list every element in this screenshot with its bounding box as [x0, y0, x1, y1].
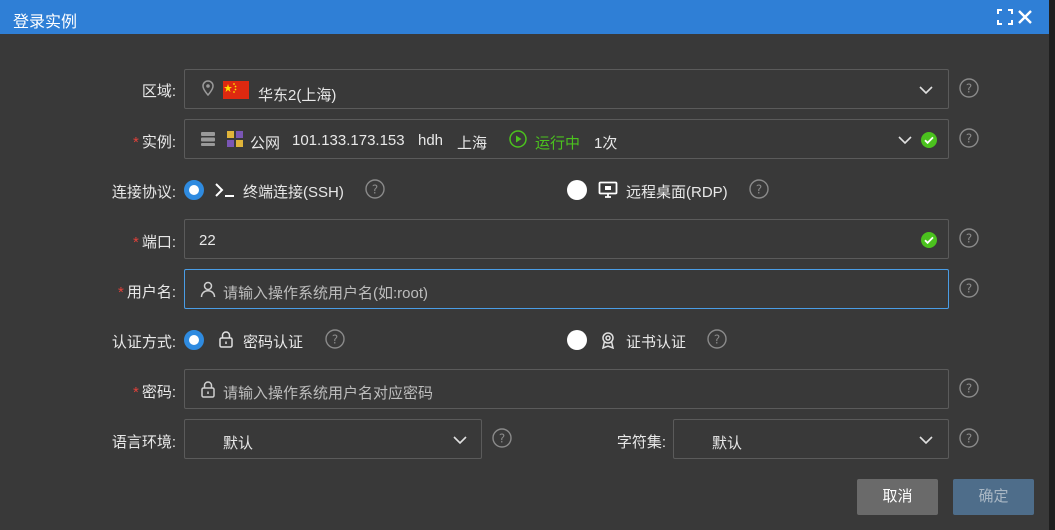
confirm-button[interactable]: 确定 [953, 479, 1034, 515]
cancel-button[interactable]: 取消 [857, 479, 938, 515]
play-circle-icon [509, 130, 527, 148]
title-bar: 登录实例 [0, 0, 1049, 34]
instance-count: 1次 [594, 135, 618, 152]
instance-select[interactable]: 公网 101.133.173.153 hdh 上海 运行中 1次 [184, 119, 949, 159]
lock-icon [200, 380, 216, 398]
region-select[interactable]: 华东2(上海) [184, 69, 949, 109]
svg-text:?: ? [966, 382, 972, 396]
help-icon[interactable]: ? [959, 228, 979, 248]
charset-select[interactable]: 默认 [673, 419, 949, 459]
charset-label: 字符集: [616, 434, 666, 451]
help-icon[interactable]: ? [959, 128, 979, 148]
check-circle-icon [920, 131, 938, 149]
instance-city: 上海 [457, 135, 488, 152]
certificate-auth-radio[interactable] [567, 330, 587, 350]
port-input[interactable]: 22 [184, 219, 949, 259]
help-icon[interactable]: ? [325, 329, 345, 349]
help-icon[interactable]: ? [365, 179, 385, 199]
username-placeholder: 请输入操作系统用户名(如:root) [223, 285, 429, 302]
svg-text:?: ? [714, 333, 720, 347]
region-value: 华东2(上海) [258, 87, 337, 104]
monitor-icon [598, 181, 618, 199]
chevron-down-icon [918, 432, 934, 448]
chevron-down-icon [452, 432, 468, 448]
instance-status: 运行中 [535, 135, 581, 152]
region-label: 区域: [141, 83, 176, 100]
chevron-down-icon [918, 82, 934, 98]
user-icon [200, 281, 216, 298]
help-icon[interactable]: ? [959, 278, 979, 298]
rdp-label[interactable]: 远程桌面(RDP) [626, 181, 728, 202]
rdp-radio[interactable] [567, 180, 587, 200]
window-edge [1049, 0, 1055, 530]
dialog-title: 登录实例 [13, 14, 78, 31]
help-icon[interactable]: ? [959, 78, 979, 98]
help-icon[interactable]: ? [707, 329, 727, 349]
username-label: * 用户名: [117, 284, 176, 301]
password-placeholder: 请输入操作系统用户名对应密码 [223, 385, 434, 402]
server-icon [200, 131, 216, 147]
required-mark: * [132, 384, 139, 401]
svg-text:?: ? [966, 432, 972, 446]
port-label: * 端口: [132, 234, 176, 251]
password-input[interactable]: 请输入操作系统用户名对应密码 [184, 369, 949, 409]
china-flag-icon [223, 81, 249, 99]
instance-network: 公网 [250, 135, 281, 152]
protocol-label: 连接协议: [111, 184, 176, 201]
language-select[interactable]: 默认 [184, 419, 482, 459]
svg-text:?: ? [966, 82, 972, 96]
instance-name: hdh [418, 132, 444, 149]
password-label: * 密码: [132, 384, 176, 401]
certificate-icon [599, 331, 617, 349]
help-icon[interactable]: ? [959, 378, 979, 398]
help-icon[interactable]: ? [959, 428, 979, 448]
required-mark: * [117, 284, 124, 301]
instance-ip: 101.133.173.153 [292, 132, 405, 149]
help-icon[interactable]: ? [492, 428, 512, 448]
svg-text:?: ? [332, 333, 338, 347]
password-auth-radio[interactable] [184, 330, 204, 350]
location-pin-icon [201, 80, 215, 96]
help-icon[interactable]: ? [749, 179, 769, 199]
login-instance-dialog: 登录实例 区域: 华东2(上海) ? * 实例: 公网 101.133.173.… [0, 0, 1055, 530]
terminal-icon [214, 181, 236, 199]
required-mark: * [132, 134, 139, 151]
svg-text:?: ? [966, 232, 972, 246]
ssh-label[interactable]: 终端连接(SSH) [243, 181, 344, 202]
instance-label: * 实例: [132, 134, 176, 151]
password-auth-label[interactable]: 密码认证 [243, 331, 303, 352]
language-label: 语言环境: [111, 434, 176, 451]
close-icon[interactable] [1015, 7, 1035, 27]
svg-text:?: ? [756, 183, 762, 197]
check-circle-icon [920, 231, 938, 249]
charset-value: 默认 [712, 435, 743, 452]
chevron-down-icon [897, 132, 913, 148]
username-input[interactable]: 请输入操作系统用户名(如:root) [184, 269, 949, 309]
svg-text:?: ? [966, 132, 972, 146]
os-logo-icon [225, 129, 245, 149]
ssh-radio[interactable] [184, 180, 204, 200]
port-value: 22 [199, 232, 216, 249]
svg-text:?: ? [372, 183, 378, 197]
language-value: 默认 [223, 435, 254, 452]
svg-text:?: ? [499, 432, 505, 446]
required-mark: * [132, 234, 139, 251]
maximize-icon[interactable] [995, 7, 1015, 27]
auth-label: 认证方式: [111, 334, 176, 351]
lock-icon [218, 330, 234, 348]
certificate-auth-label[interactable]: 证书认证 [626, 331, 686, 352]
svg-text:?: ? [966, 282, 972, 296]
